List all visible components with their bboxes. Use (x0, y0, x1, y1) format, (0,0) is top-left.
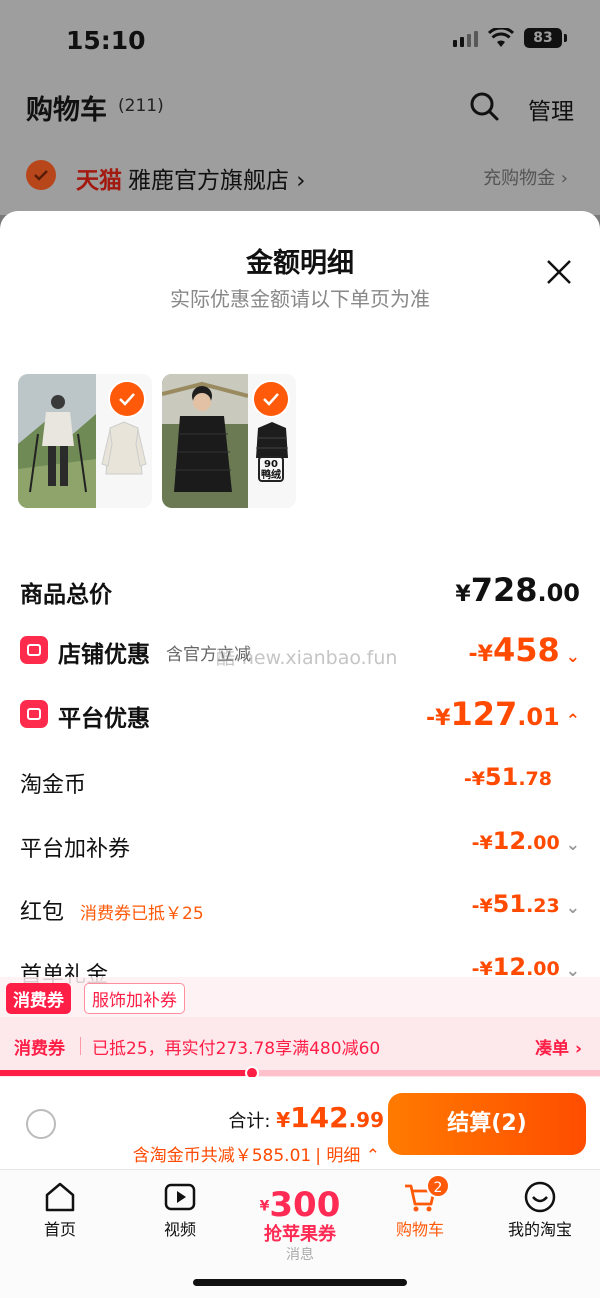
chevron-up-icon: ⌃ (565, 710, 580, 731)
total-price-label: 商品总价 (20, 582, 112, 608)
cart-title: 购物车 (26, 95, 107, 126)
store-name[interactable]: 雅鹿官方旗舰店 › (128, 161, 306, 195)
store-discount-icon (20, 636, 48, 664)
product-thumb-1[interactable] (18, 374, 152, 508)
status-icons: 83 (453, 28, 567, 48)
video-icon (164, 1183, 196, 1211)
platform-coupon-value: -¥12.00 ⌄ (471, 827, 580, 855)
detail-toggle[interactable]: | 明细 ⌃ (315, 1146, 380, 1166)
voucher-bar-divider (80, 1037, 81, 1055)
row-taojinbi: 淘金币 -¥51.78 (20, 763, 580, 803)
voucher-progress-fill (0, 1070, 252, 1076)
voucher-bar-label: 消费券 (14, 1039, 65, 1059)
tab-cart-label: 购物车 (395, 1220, 444, 1239)
selected-check-icon[interactable] (252, 380, 290, 418)
cart-count: (211) (118, 96, 164, 116)
platform-coupon-label: 平台加补券 (20, 837, 131, 862)
tab-home[interactable]: 首页 (10, 1180, 110, 1240)
voucher-bar[interactable]: 消费券 已抵25，再实付273.78享满480减60 凑单 › (0, 1017, 600, 1077)
tab-video-label: 视频 (163, 1220, 196, 1239)
consumption-voucher-tag: 消费券 (6, 983, 71, 1014)
down-90-badge: 90 鸭绒 (258, 456, 284, 482)
row-platform-coupon[interactable]: 平台加补券 -¥12.00 ⌄ (20, 827, 580, 867)
sum-label: 合计: (228, 1111, 277, 1132)
tmall-label: 天猫 (76, 168, 122, 194)
selected-check-icon[interactable] (108, 380, 146, 418)
platform-discount-label: 平台优惠 (58, 706, 150, 732)
tab-video[interactable]: 视频 (130, 1180, 230, 1240)
sum-decimals: .99 (348, 1108, 384, 1132)
checkout-bar: 合计: ¥142.99 含淘金币共减￥585.01 | 明细 ⌃ 结算(2) (0, 1077, 600, 1169)
store-check-icon[interactable] (26, 160, 56, 190)
battery-icon: 83 (524, 28, 567, 48)
close-icon[interactable] (544, 257, 574, 287)
background-cart-page: 15:10 83 购物车 (211) 管理 天猫 雅鹿官方旗舰店 › 充购物金 … (0, 0, 600, 215)
amount-detail-sheet: 金额明细 实际优惠金额请以下单页为准 90 鸭绒 商品总价 ¥728.00 店铺… (0, 211, 600, 1298)
platform-discount-value: -¥127.01 ⌃ (425, 695, 580, 733)
chevron-down-icon: ⌄ (565, 834, 580, 855)
cart-header: 购物车 (211) 管理 (26, 88, 574, 128)
store-discount-label: 店铺优惠 (58, 642, 150, 668)
voucher-bar-text: 已抵25，再实付273.78享满480减60 (92, 1039, 381, 1059)
bottom-tabbar: 首页 视频 ¥300 抢苹果券 消息 2 购物车 我的淘宝 (0, 1169, 600, 1298)
sheet-title: 金额明细 (246, 248, 354, 279)
select-all-radio[interactable] (26, 1109, 56, 1139)
sum-amount: 142 (290, 1101, 349, 1134)
add-items-link[interactable]: 凑单 › (535, 1034, 582, 1059)
status-time: 15:10 (66, 26, 146, 55)
store-row[interactable]: 天猫 雅鹿官方旗舰店 › 充购物金 › (26, 158, 574, 194)
product-photo-puffer (162, 374, 248, 508)
tab-cart[interactable]: 2 购物车 (370, 1174, 470, 1240)
row-hongbao[interactable]: 红包 消费券已抵￥25 -¥51.23 ⌄ (20, 890, 580, 930)
tab-mine-label: 我的淘宝 (507, 1220, 572, 1239)
voucher-tags: 消费券 服饰加补券 (0, 977, 600, 1017)
row-platform-discount[interactable]: 平台优惠 -¥127.01 ⌃ (20, 695, 580, 735)
sheet-subtitle: 实际优惠金额请以下单页为准 (170, 287, 430, 311)
hongbao-value: -¥51.23 ⌄ (471, 890, 580, 918)
product-photo-hiker (18, 374, 96, 508)
checkout-button[interactable]: 结算(2) (388, 1093, 586, 1155)
product-thumb-2[interactable]: 90 鸭绒 (162, 374, 296, 508)
chevron-down-icon: ⌄ (565, 897, 580, 918)
home-icon (45, 1182, 75, 1212)
product-thumbnails: 90 鸭绒 (18, 374, 296, 508)
platform-discount-icon (20, 700, 48, 728)
discount-summary[interactable]: 含淘金币共减￥585.01 | 明细 ⌃ (133, 1141, 380, 1166)
sum-line: 合计: ¥142.99 (228, 1101, 384, 1134)
total-price-value: ¥728.00 (455, 571, 580, 609)
watermark-text: 酷-new.xianbao.fun (216, 647, 398, 669)
cart-count-badge: 2 (426, 1174, 450, 1198)
tab-mine[interactable]: 我的淘宝 (490, 1180, 590, 1240)
topup-link[interactable]: 充购物金 › (483, 164, 568, 190)
chevron-down-icon: ⌄ (565, 646, 580, 667)
wifi-icon (488, 28, 514, 47)
sum-currency: ¥ (276, 1108, 291, 1132)
home-indicator (193, 1279, 407, 1286)
status-bar: 15:10 83 (0, 22, 600, 62)
signal-icon (453, 29, 478, 47)
hongbao-label: 红包 (20, 900, 65, 925)
taojinbi-label: 淘金币 (20, 773, 87, 798)
store-discount-value: -¥458 ⌄ (468, 631, 581, 669)
search-icon[interactable] (468, 90, 500, 122)
hongbao-note: 消费券已抵￥25 (80, 904, 204, 924)
promo-text: 抢苹果券 (264, 1223, 336, 1245)
row-total-price: 商品总价 ¥728.00 (20, 571, 580, 611)
manage-button[interactable]: 管理 (528, 92, 574, 126)
messages-label: 消息 (286, 1246, 314, 1263)
voucher-progress (0, 1066, 600, 1080)
promo-amount: ¥300 (259, 1185, 341, 1225)
apparel-coupon-tag: 服饰加补券 (84, 983, 185, 1014)
tab-home-label: 首页 (43, 1220, 76, 1239)
profile-face-icon (524, 1181, 556, 1213)
promo-apple-coupon[interactable]: ¥300 抢苹果券 消息 (252, 1188, 348, 1264)
taojinbi-value: -¥51.78 (463, 763, 552, 791)
discount-summary-text: 含淘金币共减￥585.01 (132, 1146, 312, 1166)
